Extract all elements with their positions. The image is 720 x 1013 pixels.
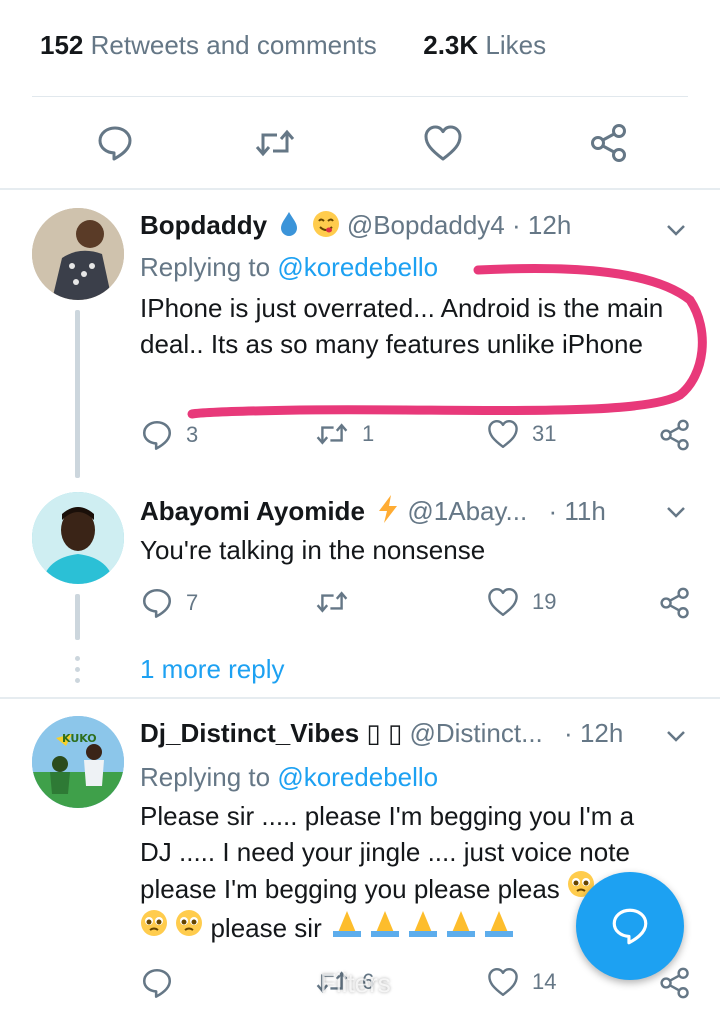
- reply-tweet[interactable]: Abayomi Ayomide @1Abay... · 11h You're t…: [0, 476, 720, 696]
- display-name[interactable]: Bopdaddy: [140, 210, 267, 240]
- avatar[interactable]: [32, 492, 124, 584]
- compose-reply-icon: [612, 908, 648, 945]
- yum-emoji: [312, 210, 340, 245]
- chevron-down-icon[interactable]: [664, 218, 688, 242]
- timestamp[interactable]: 12h: [580, 718, 623, 748]
- name-suffix: ▯ ▯: [366, 718, 403, 748]
- mention-link[interactable]: @koredebello: [277, 762, 438, 792]
- avatar[interactable]: KUKO: [32, 716, 124, 808]
- tweet-header: Abayomi Ayomide @1Abay... · 11h: [140, 494, 606, 531]
- replying-to: Replying to @koredebello: [140, 762, 439, 792]
- handle[interactable]: @1Abay...: [407, 496, 527, 526]
- like-button[interactable]: 31: [486, 418, 556, 450]
- main-tweet-actions: [0, 120, 720, 170]
- zap-emoji: [376, 494, 400, 531]
- retweets-label[interactable]: Retweets and comments: [91, 30, 377, 60]
- tweet-header: Bopdaddy @Bopdaddy4 · 12h: [140, 210, 571, 245]
- like-count: 31: [532, 421, 557, 446]
- more-replies-link[interactable]: 1 more reply: [140, 654, 285, 685]
- droplet-emoji: [278, 210, 300, 245]
- retweet-button[interactable]: [314, 586, 362, 618]
- thread-dots: [75, 656, 80, 689]
- tweet-actions: 7 19: [140, 586, 700, 626]
- reply-count: 3: [186, 422, 199, 447]
- retweet-icon[interactable]: [252, 120, 298, 166]
- pray-emoji-row: [329, 911, 519, 943]
- handle[interactable]: @Distinct...: [409, 718, 542, 748]
- reply-count: 7: [186, 590, 199, 615]
- display-name[interactable]: Dj_Distinct_Vibes: [140, 718, 359, 748]
- likes-label[interactable]: Likes: [485, 30, 546, 60]
- pleading-emoji: [175, 910, 203, 943]
- retweets-count[interactable]: 152: [40, 30, 83, 60]
- display-name[interactable]: Abayomi Ayomide: [140, 496, 365, 526]
- reply-button[interactable]: [140, 966, 186, 1000]
- timestamp[interactable]: 11h: [564, 496, 605, 526]
- share-icon[interactable]: [658, 418, 692, 452]
- divider: [32, 96, 688, 97]
- reply-button[interactable]: 3: [140, 418, 198, 452]
- reply-button[interactable]: 7: [140, 586, 198, 620]
- chevron-down-icon[interactable]: [664, 500, 688, 524]
- tweet-text: IPhone is just overrated... Android is t…: [140, 293, 664, 359]
- share-icon[interactable]: [586, 120, 632, 166]
- timestamp[interactable]: 12h: [528, 210, 571, 240]
- tweet-actions: 3 1 31: [140, 418, 700, 458]
- thread-line: [75, 594, 80, 640]
- handle[interactable]: @Bopdaddy4: [347, 210, 505, 240]
- share-icon[interactable]: [658, 586, 692, 620]
- like-count: 14: [532, 969, 557, 994]
- filters-overlay-label[interactable]: Filters: [320, 968, 391, 999]
- like-icon[interactable]: [420, 120, 466, 166]
- share-icon[interactable]: [658, 966, 692, 1000]
- chevron-down-icon[interactable]: [664, 724, 688, 748]
- svg-text:KUKO: KUKO: [62, 732, 97, 745]
- avatar[interactable]: [32, 208, 124, 300]
- thread-line: [75, 310, 80, 478]
- divider: [0, 697, 720, 699]
- replying-to: Replying to @koredebello: [140, 252, 439, 282]
- compose-reply-button[interactable]: [576, 872, 684, 980]
- like-count: 19: [532, 589, 557, 614]
- like-button[interactable]: 19: [486, 586, 556, 618]
- mention-link[interactable]: @koredebello: [277, 252, 438, 282]
- retweet-count: 1: [362, 421, 375, 446]
- tweet-text: You're talking in the nonsense: [140, 535, 486, 565]
- reply-icon[interactable]: [92, 120, 138, 166]
- tweet-header: Dj_Distinct_Vibes ▯ ▯ @Distinct... · 12h: [140, 718, 624, 748]
- likes-count[interactable]: 2.3K: [423, 30, 478, 60]
- retweet-button[interactable]: 1: [314, 418, 374, 450]
- reply-tweet[interactable]: Bopdaddy @Bopdaddy4 · 12h Replying to @k…: [0, 190, 720, 478]
- like-button[interactable]: 14: [486, 966, 556, 998]
- tweet-stats: 152 Retweets and comments 2.3K Likes: [40, 30, 546, 61]
- pleading-emoji: [140, 910, 168, 943]
